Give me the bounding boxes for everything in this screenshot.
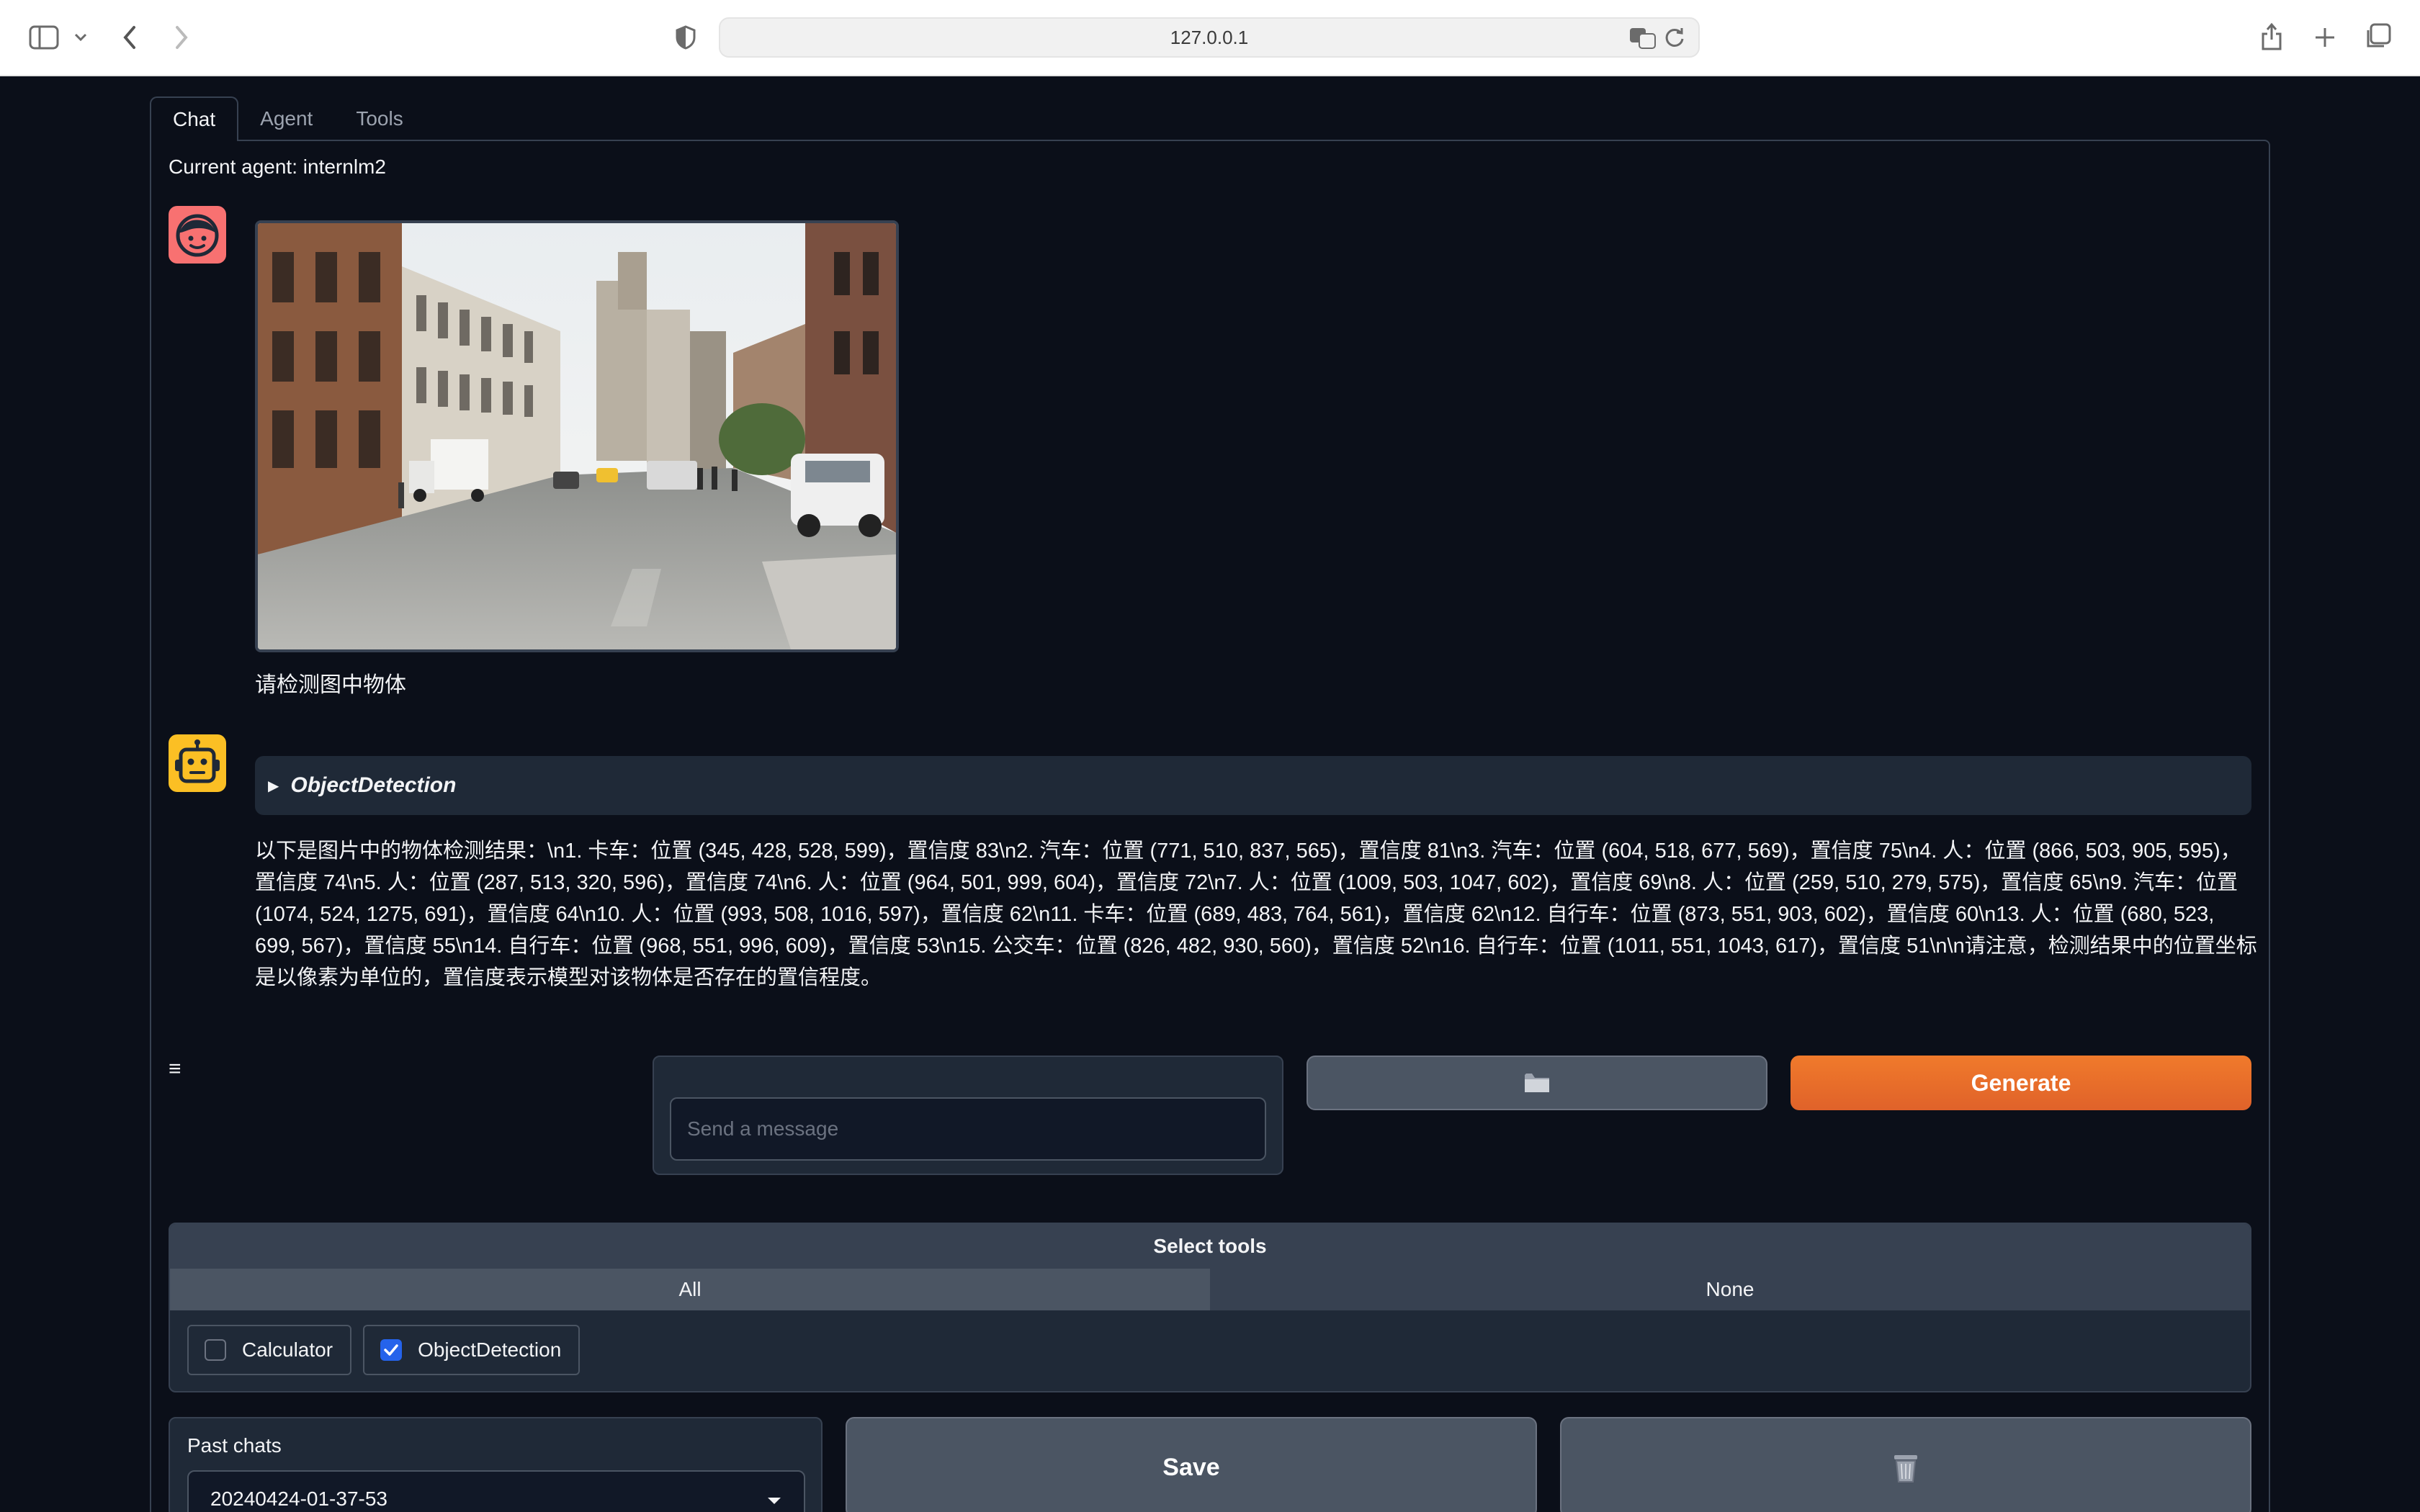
reload-icon[interactable] — [1664, 26, 1685, 54]
tool-checkbox-group: Calculator ObjectDetection — [170, 1310, 2250, 1390]
tab-tools[interactable]: Tools — [334, 96, 424, 141]
robot-icon — [175, 739, 220, 783]
checkbox-checked-icon[interactable] — [380, 1339, 403, 1361]
current-agent-label: Current agent: internlm2 — [169, 156, 386, 178]
address-bar[interactable]: 127.0.0.1 — [719, 17, 1700, 58]
upload-button[interactable] — [1307, 1056, 1767, 1110]
translate-icon[interactable] — [1629, 27, 1657, 54]
select-none-button[interactable]: None — [1210, 1269, 2250, 1310]
forward-icon[interactable] — [167, 22, 196, 53]
dropdown-arrow-icon — [766, 1488, 782, 1511]
bot-avatar — [169, 734, 226, 792]
message-input-container — [653, 1056, 1283, 1175]
past-chats-label: Past chats — [187, 1434, 282, 1457]
save-button[interactable]: Save — [846, 1417, 1537, 1512]
tool-call-title: ObjectDetection — [290, 773, 457, 797]
tab-chat[interactable]: Chat — [150, 96, 239, 141]
main-tabs: Chat Agent Tools — [150, 96, 425, 141]
folder-icon — [1525, 1074, 1549, 1092]
select-tools-panel: Select tools All None Calculator ObjectD… — [169, 1223, 2251, 1392]
delete-chat-button[interactable] — [1560, 1417, 2251, 1512]
select-tools-header: Select tools — [170, 1224, 2250, 1269]
uploaded-street-image[interactable] — [255, 220, 899, 652]
browser-toolbar: 127.0.0.1 — [0, 0, 2420, 76]
tab-overview-icon[interactable] — [2362, 22, 2393, 52]
new-tab-icon[interactable] — [2311, 23, 2339, 52]
url-text: 127.0.0.1 — [1170, 26, 1249, 48]
tab-agent[interactable]: Agent — [238, 96, 334, 141]
past-chats-dropdown[interactable]: 20240424-01-37-53 — [187, 1470, 805, 1512]
user-face-icon — [176, 214, 219, 257]
trash-icon — [1894, 1455, 1917, 1482]
checkbox-unchecked-icon[interactable] — [205, 1339, 226, 1361]
user-avatar — [169, 206, 226, 264]
street-photo — [258, 223, 896, 649]
tool-call-details[interactable]: ▶ ObjectDetection — [255, 756, 2251, 815]
select-all-button[interactable]: All — [170, 1269, 1210, 1310]
back-icon[interactable] — [115, 22, 144, 53]
past-chats-panel: Past chats 20240424-01-37-53 — [169, 1417, 823, 1512]
generate-button[interactable]: Generate — [1791, 1056, 2251, 1110]
tool-checkbox-objectdetection[interactable]: ObjectDetection — [363, 1325, 581, 1375]
bot-message: 以下是图片中的物体检测结果：\n1. 卡车：位置 (345, 428, 528,… — [255, 840, 2257, 989]
past-chats-selected: 20240424-01-37-53 — [210, 1488, 387, 1510]
tool-label: ObjectDetection — [418, 1338, 562, 1361]
expand-triangle-icon[interactable]: ▶ — [268, 777, 279, 795]
message-input[interactable] — [670, 1097, 1266, 1161]
share-icon[interactable] — [2257, 19, 2286, 53]
tool-label: Calculator — [242, 1338, 333, 1361]
chevron-down-icon[interactable] — [71, 27, 91, 48]
user-message: 请检测图中物体 — [255, 673, 406, 697]
privacy-shield-icon[interactable] — [671, 23, 700, 52]
tool-checkbox-calculator[interactable]: Calculator — [187, 1325, 352, 1375]
sidebar-toggle-icon[interactable] — [27, 23, 60, 52]
select-tools-buttons: All None — [170, 1269, 2250, 1310]
menu-icon[interactable]: ≡ — [169, 1057, 182, 1081]
